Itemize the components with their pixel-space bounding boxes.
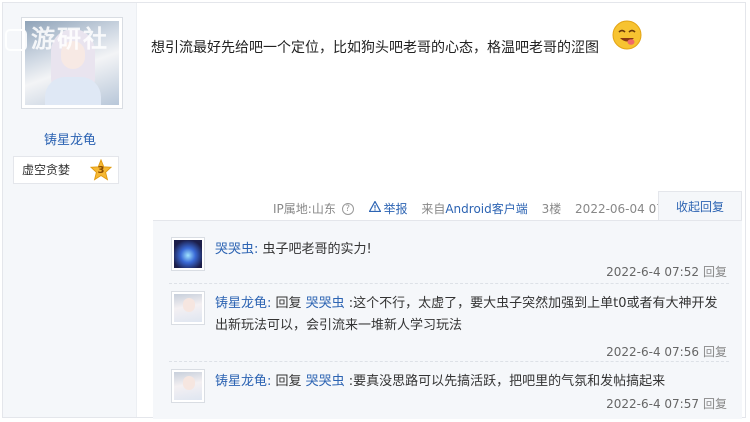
author-username[interactable]: 铸星龙龟 (3, 129, 137, 148)
reply-meta: 2022-6-4 07:57 回复 (606, 395, 727, 412)
help-icon[interactable]: ? (341, 202, 354, 215)
reply-username[interactable]: 铸星龙龟: (215, 374, 271, 389)
reply-button[interactable]: 回复 (703, 265, 727, 279)
reply-avatar[interactable] (171, 291, 205, 325)
post-meta: IP属地:山东 ? 举报 来自Android客户端 3楼 2022-06-04 … (273, 200, 683, 217)
post-frame: 游研社 铸星龙龟 虚空贪婪 3 想引流最好先给吧一个定位，比如狗头吧老哥的心态，… (2, 2, 746, 419)
reply-content: 哭哭虫: 虫子吧老哥的实力! (215, 239, 727, 261)
author-title-badge[interactable]: 虚空贪婪 3 (13, 156, 119, 184)
play-icon (5, 29, 27, 51)
ip-location: IP属地:山东 (273, 202, 336, 216)
report-label: 举报 (383, 202, 408, 216)
reply-word: 回复 (271, 374, 306, 389)
reply-mention[interactable]: 哭哭虫 (306, 374, 345, 389)
reply-username[interactable]: 哭哭虫: (215, 242, 258, 257)
level-number: 3 (97, 165, 105, 176)
floor-number: 3楼 (541, 202, 562, 216)
watermark-text: 游研社 (31, 25, 109, 53)
reply-meta: 2022-6-4 07:52 回复 (606, 263, 727, 280)
divider (169, 361, 729, 362)
divider (169, 283, 729, 284)
post-content: 想引流最好先给吧一个定位，比如狗头吧老哥的心态，格温吧老哥的涩图 (151, 40, 599, 56)
author-title: 虚空贪婪 (22, 163, 71, 177)
watermark-logo: 游研社 (5, 19, 109, 54)
reply-time: 2022-6-4 07:52 (606, 265, 699, 279)
reply-list: 哭哭虫: 虫子吧老哥的实力! 2022-6-4 07:52 回复 铸星龙龟: 回复… (153, 220, 742, 419)
reply-content: 铸星龙龟: 回复 哭哭虫 :这个不行，太虚了，要大虫子突然加强到上单t0或者有大… (215, 293, 727, 337)
warning-icon (369, 201, 382, 212)
reply-content: 铸星龙龟: 回复 哭哭虫 :要真没思路可以先搞活跃，把吧里的气氛和发帖搞起来 (215, 371, 727, 393)
reply-word: 回复 (271, 296, 306, 311)
reply-button[interactable]: 回复 (703, 345, 727, 359)
client-link[interactable]: Android客户端 (445, 200, 527, 217)
reply-time: 2022-6-4 07:57 (606, 397, 699, 411)
reply-avatar[interactable] (171, 237, 205, 271)
author-column: 游研社 铸星龙龟 虚空贪婪 3 (3, 3, 137, 417)
level-star-icon: 3 (89, 158, 113, 181)
from-prefix: 来自 (421, 202, 446, 216)
report-link[interactable]: 举报 (369, 200, 408, 217)
drooling-face-emoji-icon (612, 20, 642, 50)
reply-time: 2022-6-4 07:56 (606, 345, 699, 359)
reply-avatar[interactable] (171, 369, 205, 403)
reply-text: 虫子吧老哥的实力! (258, 242, 372, 257)
collapse-replies-button[interactable]: 收起回复 (658, 191, 742, 221)
reply-username[interactable]: 铸星龙龟: (215, 296, 271, 311)
reply-mention[interactable]: 哭哭虫 (306, 296, 345, 311)
reply-button[interactable]: 回复 (703, 397, 727, 411)
reply-meta: 2022-6-4 07:56 回复 (606, 343, 727, 360)
reply-text: :要真没思路可以先搞活跃，把吧里的气氛和发帖搞起来 (344, 374, 666, 389)
